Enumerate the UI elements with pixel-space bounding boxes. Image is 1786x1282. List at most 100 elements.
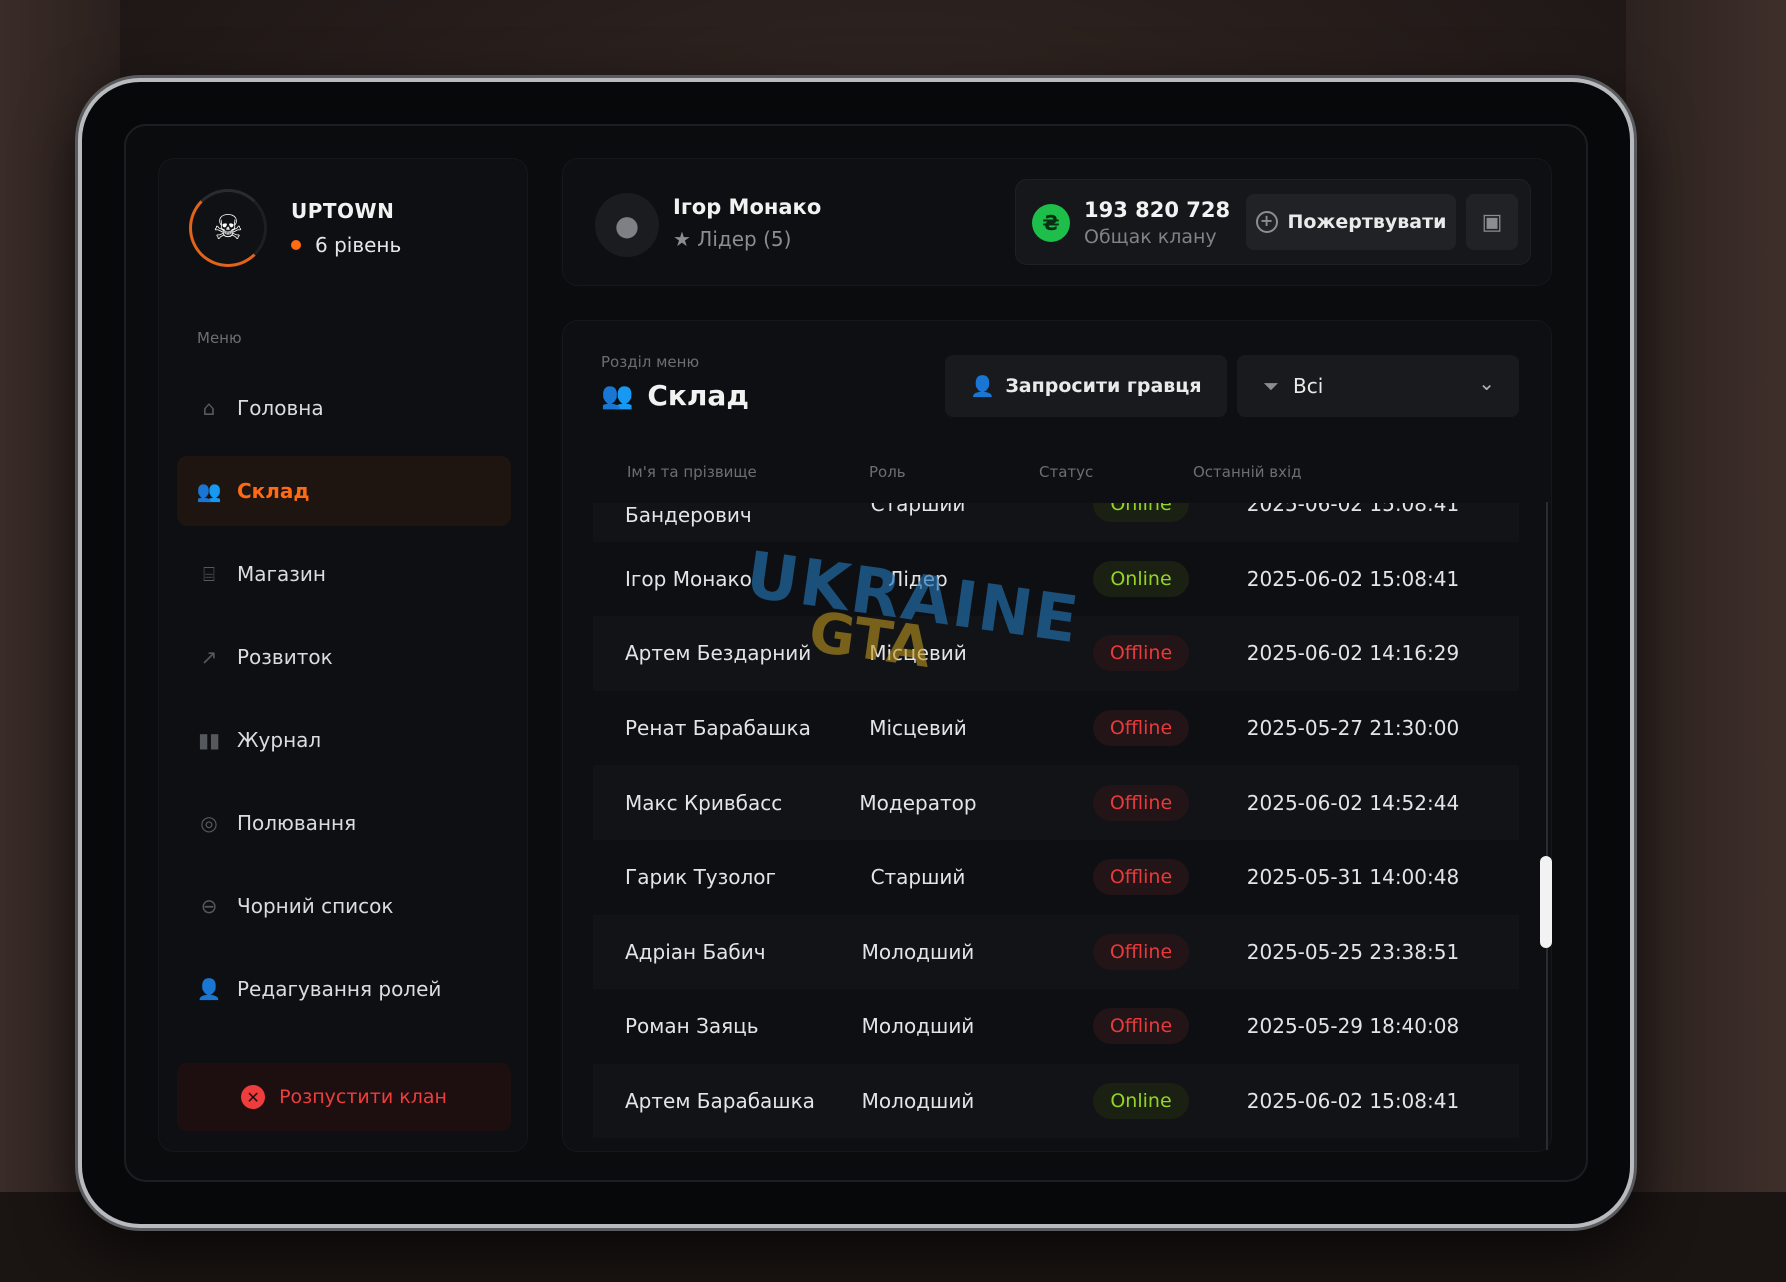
dissolve-clan-label: Розпустити клан <box>279 1086 447 1108</box>
status-badge: Offline <box>1093 1008 1189 1045</box>
table-row[interactable]: Артем Бездарний Місцевий Offline 2025-06-02… <box>593 616 1519 691</box>
member-name: Артем Барабашка <box>625 1089 815 1114</box>
filter-value: Всі <box>1293 374 1324 398</box>
member-last-login: 2025-05-31 14:00:48 <box>1246 865 1460 890</box>
block-icon: ⊖ <box>200 894 218 918</box>
profile-card: ● Ігор Монако ★ Лідер (5) ₴ 193 820 728 … <box>562 158 1552 286</box>
table-header: Ім'я та прізвище Роль Статус Останній вх… <box>627 463 1507 483</box>
member-role: Молодший <box>861 939 975 964</box>
member-last-login: 2025-05-25 23:38:51 <box>1246 939 1460 964</box>
sidebar-item-label: Склад <box>237 479 310 503</box>
archive-button[interactable]: ▣ <box>1466 194 1518 250</box>
member-last-login: 2025-06-02 15:08:41 <box>1246 503 1460 517</box>
sidebar-item-roster[interactable]: 👥 Склад <box>177 456 511 526</box>
member-last-login: 2025-05-27 21:30:00 <box>1246 716 1460 741</box>
sidebar-item-journal[interactable]: ▮▮ Журнал <box>177 705 511 775</box>
sidebar-item-development[interactable]: ↗ Розвиток <box>177 622 511 692</box>
archive-icon: ▣ <box>1481 209 1503 235</box>
status-badge: Offline <box>1093 859 1189 896</box>
filter-dropdown[interactable]: ⏷ Всі ⌄ <box>1237 355 1519 417</box>
bank-amount: 193 820 728 <box>1084 198 1231 222</box>
sidebar-item-label: Редагування ролей <box>237 977 442 1001</box>
chevron-down-icon: ⌄ <box>1478 371 1495 395</box>
clan-header: ☠ UPTOWN 6 рівень <box>189 189 401 267</box>
member-name: Роман Заяць <box>625 1014 759 1039</box>
status-badge: Online <box>1093 1083 1189 1120</box>
chart-icon: ↗ <box>200 645 218 669</box>
table-row[interactable]: Роман Заяць Молодший Offline 2025-05-29 18:… <box>593 989 1519 1064</box>
status-badge: Offline <box>1093 784 1189 821</box>
donate-button[interactable]: + Пожертвувати <box>1246 194 1456 250</box>
status-badge: Online <box>1093 503 1189 523</box>
column-header-role: Роль <box>869 463 906 481</box>
hryvnia-coin-icon: ₴ <box>1032 204 1070 242</box>
users-icon: 👥 <box>601 380 634 411</box>
member-role: Молодший <box>861 1089 975 1114</box>
scrollbar-thumb[interactable] <box>1540 856 1552 948</box>
sidebar-item-label: Головна <box>237 396 324 420</box>
users-icon: 👥 <box>196 479 222 503</box>
section-caption: Розділ меню <box>601 353 700 371</box>
sidebar-item-label: Полювання <box>237 811 357 835</box>
sidebar-menu: ⌂ Головна 👥 Склад ⌸ Магазин ↗ Розвиток ▮… <box>177 373 511 1037</box>
basket-icon: ⌸ <box>203 562 215 586</box>
background-wall-right <box>1626 0 1786 1282</box>
member-name: Гарик Тузолог <box>625 865 777 890</box>
status-badge-label: Offline <box>1093 710 1189 747</box>
member-role: Лідер <box>888 566 948 591</box>
sidebar-item-label: Розвиток <box>237 645 333 669</box>
table-row[interactable]: Бенедикт Бандерович Старший Online 2025-06-… <box>593 503 1519 542</box>
scrollbar-track[interactable] <box>1546 502 1548 1150</box>
star-icon: ★ <box>673 227 691 251</box>
clan-bank: ₴ 193 820 728 Общак клану + Пожертвувати… <box>1015 179 1531 265</box>
status-badge-label: Online <box>1093 1083 1189 1120</box>
bank-caption: Общак клану <box>1084 226 1217 248</box>
sidebar-item-role-editing[interactable]: 👤 Редагування ролей <box>177 954 511 1024</box>
invite-player-button[interactable]: 👤 Запросити гравця <box>945 355 1227 417</box>
menu-caption: Меню <box>197 329 242 347</box>
table-row[interactable]: Ренат Барабашка Місцевий Offline 2025-05-27… <box>593 691 1519 766</box>
status-badge-label: Offline <box>1093 1008 1189 1045</box>
sidebar-item-home[interactable]: ⌂ Головна <box>177 373 511 443</box>
member-name: Бенедикт Бандерович <box>625 503 752 528</box>
user-role: ★ Лідер (5) <box>673 227 791 251</box>
member-name: Адріан Бабич <box>625 939 766 964</box>
table-row[interactable]: Ігор Монако Лідер Online 2025-06-02 15:08:4… <box>593 542 1519 617</box>
user-role-label: Лідер (5) <box>697 227 792 251</box>
add-user-icon: 👤 <box>970 374 996 398</box>
dissolve-clan-button[interactable]: ✕ Розпустити клан <box>177 1063 511 1131</box>
sidebar: ☠ UPTOWN 6 рівень Меню ⌂ Головна 👥 Склад… <box>158 158 528 1152</box>
clan-name: UPTOWN <box>291 199 395 223</box>
status-badge-label: Offline <box>1093 635 1189 672</box>
user-name: Ігор Монако <box>673 195 822 219</box>
status-badge-label: Offline <box>1093 859 1189 896</box>
clan-level: 6 рівень <box>291 233 401 257</box>
column-header-name: Ім'я та прізвище <box>627 463 757 481</box>
members-table[interactable]: Бенедикт Бандерович Старший Online 2025-06-… <box>593 503 1519 1151</box>
column-header-last-login: Останній вхід <box>1193 463 1302 481</box>
status-badge: Offline <box>1093 710 1189 747</box>
target-icon: ◎ <box>200 811 218 835</box>
member-role: Старший <box>870 503 966 517</box>
member-role: Модератор <box>859 790 977 815</box>
member-last-login: 2025-05-29 18:40:08 <box>1246 1014 1460 1039</box>
member-last-login: 2025-06-02 14:16:29 <box>1246 641 1460 666</box>
status-badge: Offline <box>1093 933 1189 970</box>
status-badge-label: Online <box>1093 503 1189 523</box>
book-icon: ▮▮ <box>197 728 220 752</box>
level-dot-icon <box>291 240 301 250</box>
sidebar-item-label: Магазин <box>237 562 326 586</box>
member-role: Місцевий <box>869 641 967 666</box>
roster-panel: Розділ меню 👥 Склад 👤 Запросити гравця ⏷… <box>562 320 1552 1152</box>
status-badge: Offline <box>1093 635 1189 672</box>
sidebar-item-shop[interactable]: ⌸ Магазин <box>177 539 511 609</box>
table-row[interactable]: Гарик Тузолог Старший Offline 2025-05-31 14… <box>593 840 1519 915</box>
sidebar-item-hunting[interactable]: ◎ Полювання <box>177 788 511 858</box>
invite-player-label: Запросити гравця <box>1005 375 1202 397</box>
member-name: Ігор Монако <box>625 566 752 591</box>
table-row[interactable]: Артем Барабашка Молодший Online 2025-06-02 … <box>593 1063 1519 1139</box>
table-row[interactable]: Макс Кривбасс Модератор Offline 2025-06-02 … <box>593 765 1519 840</box>
page-title: 👥 Склад <box>601 379 749 412</box>
sidebar-item-blacklist[interactable]: ⊖ Чорний список <box>177 871 511 941</box>
table-row[interactable]: Адріан Бабич Молодший Offline 2025-05-25 23… <box>593 914 1519 990</box>
